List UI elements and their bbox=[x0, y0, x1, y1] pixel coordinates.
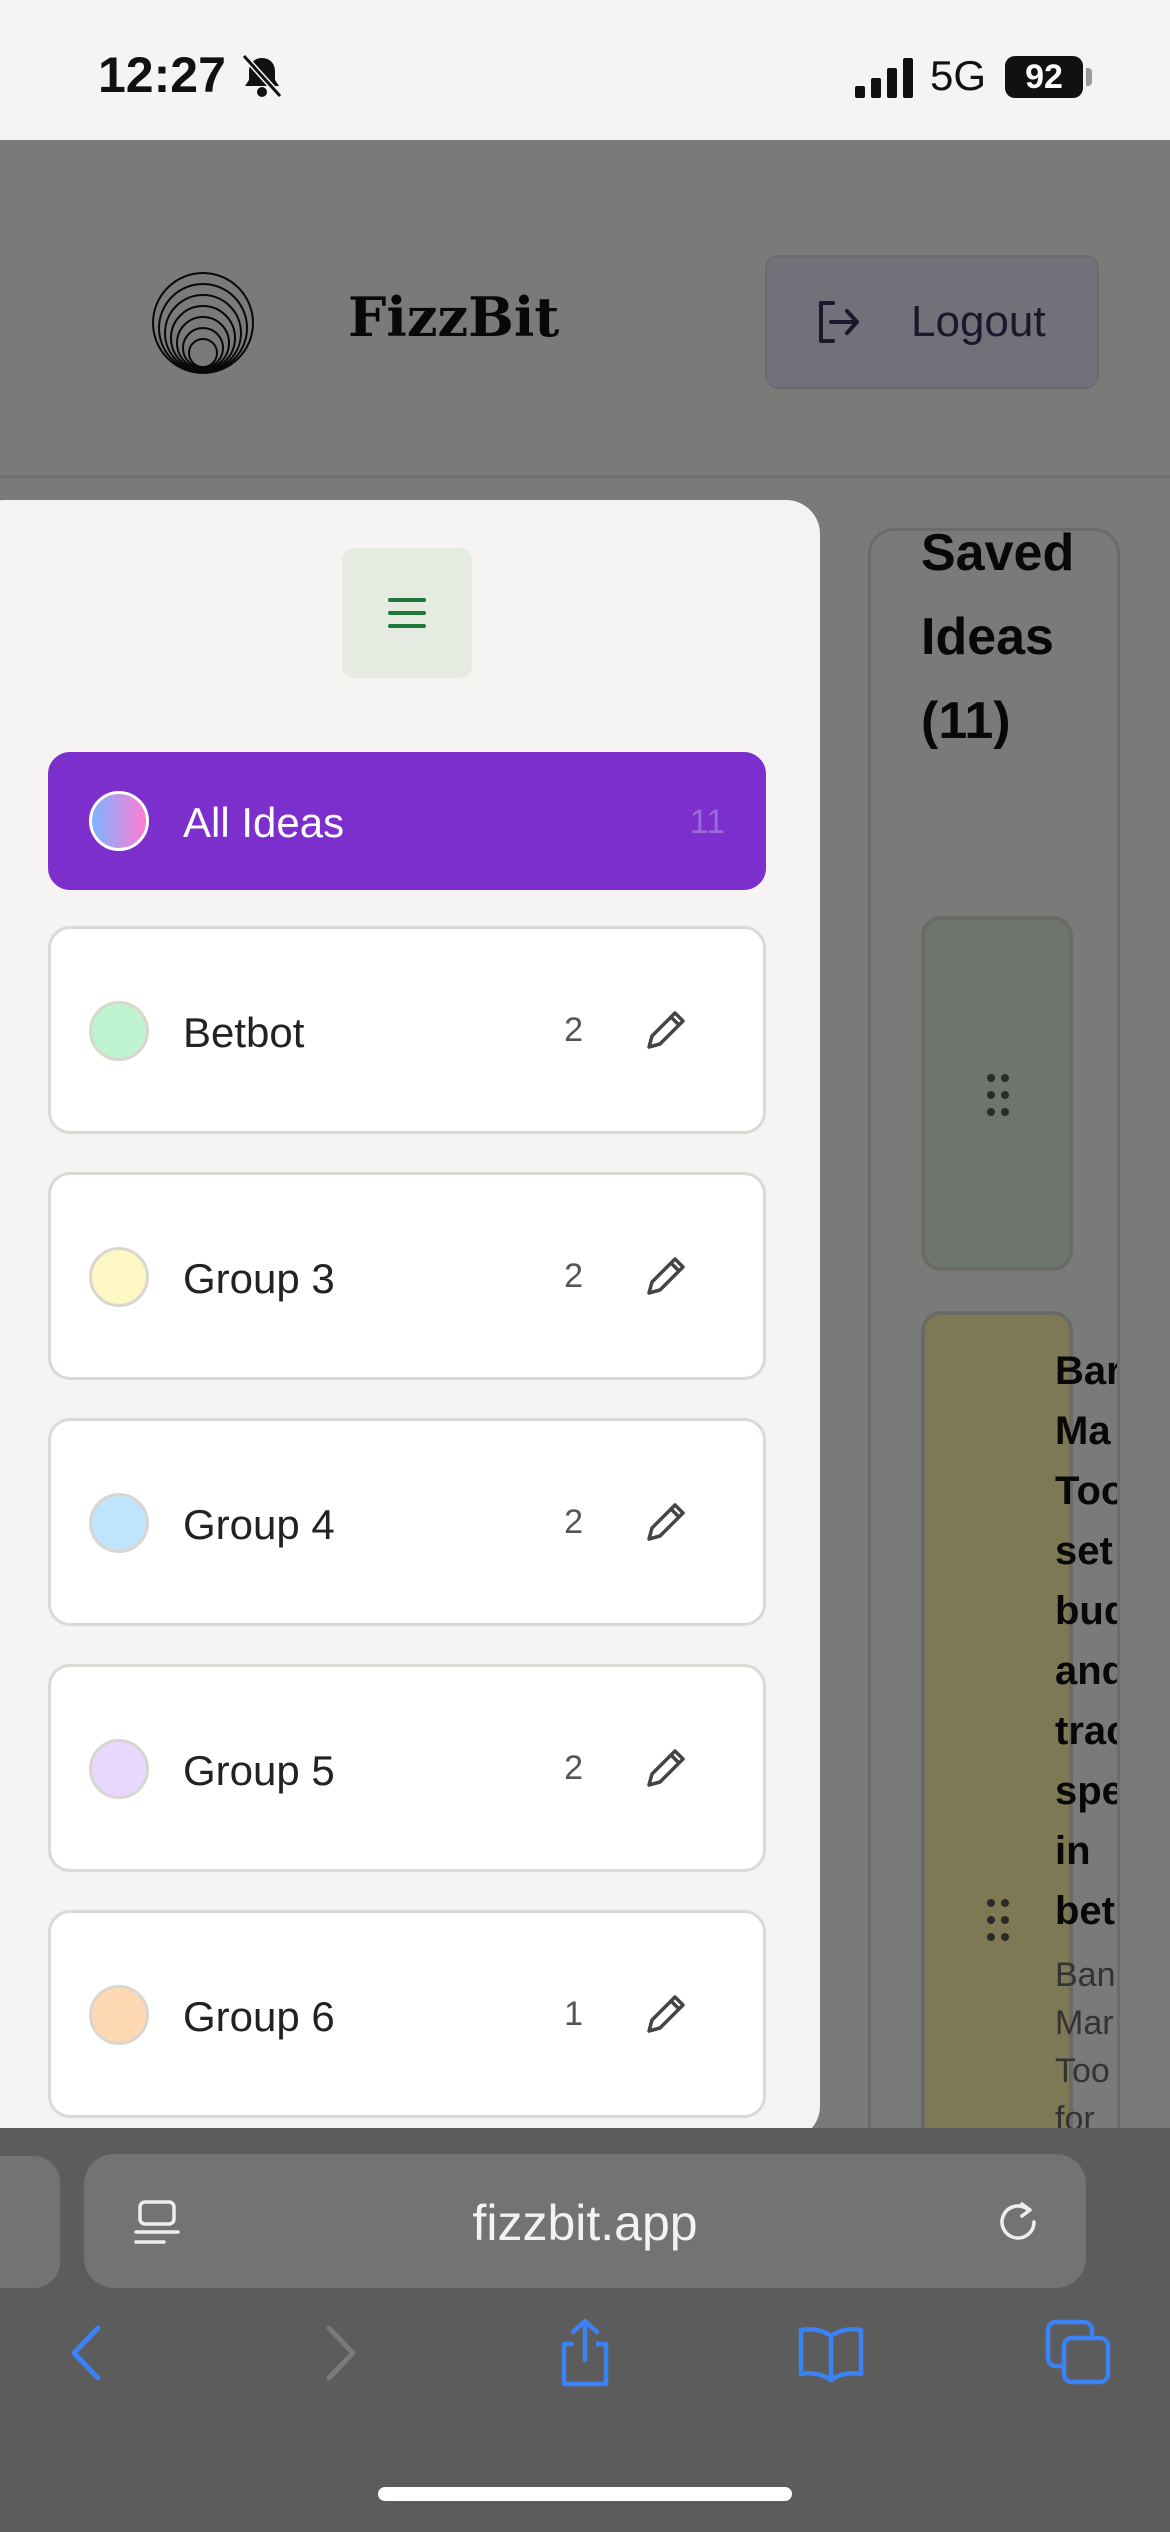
group-color-dot bbox=[89, 1247, 149, 1307]
menu-button[interactable] bbox=[342, 548, 472, 678]
group-item-group-6[interactable]: Group 6 1 bbox=[48, 1910, 766, 2118]
group-color-dot bbox=[89, 1493, 149, 1553]
url-text: fizzbit.app bbox=[472, 2195, 698, 2251]
group-count: 2 bbox=[564, 1011, 583, 1049]
bookmarks-icon[interactable] bbox=[796, 2318, 866, 2388]
group-item-all-ideas[interactable]: All Ideas 11 bbox=[48, 752, 766, 890]
group-name: Group 6 bbox=[183, 1993, 335, 2040]
group-count: 11 bbox=[689, 803, 725, 841]
group-item-group-4[interactable]: Group 4 2 bbox=[48, 1418, 766, 1626]
groups-drawer: All Ideas 11 Betbot 2 Group 3 2 Group 4 … bbox=[0, 500, 820, 2140]
battery-level: 92 bbox=[1005, 56, 1083, 98]
status-time: 12:27 bbox=[98, 47, 226, 103]
group-color-dot bbox=[89, 1001, 149, 1061]
group-color-dot bbox=[89, 791, 149, 851]
tabs-icon[interactable] bbox=[1044, 2318, 1114, 2388]
pencil-icon[interactable] bbox=[641, 1005, 691, 1055]
pencil-icon[interactable] bbox=[641, 1989, 691, 2039]
group-name: All Ideas bbox=[183, 799, 345, 846]
pencil-icon[interactable] bbox=[641, 1251, 691, 1301]
group-name: Group 4 bbox=[183, 1501, 335, 1548]
back-icon[interactable] bbox=[52, 2318, 122, 2388]
browser-toolbar: fizzbit.app bbox=[0, 2128, 1170, 2532]
battery-tip bbox=[1086, 68, 1092, 86]
hamburger-icon bbox=[388, 598, 426, 628]
group-color-dot bbox=[89, 1739, 149, 1799]
status-bar: 12:27 5G 92 bbox=[0, 0, 1170, 140]
pencil-icon[interactable] bbox=[641, 1743, 691, 1793]
group-item-group-5[interactable]: Group 5 2 bbox=[48, 1664, 766, 1872]
signal-icon bbox=[855, 58, 913, 98]
pencil-icon[interactable] bbox=[641, 1497, 691, 1547]
group-count: 2 bbox=[564, 1257, 583, 1295]
network-type: 5G bbox=[930, 52, 987, 99]
group-name: Group 3 bbox=[183, 1255, 335, 1302]
reload-icon[interactable] bbox=[992, 2196, 1044, 2248]
group-count: 2 bbox=[564, 1503, 583, 1541]
address-bar[interactable]: fizzbit.app bbox=[84, 2154, 1086, 2288]
bell-slash-icon bbox=[241, 53, 283, 99]
share-icon[interactable] bbox=[550, 2318, 620, 2388]
group-name: Group 5 bbox=[183, 1747, 335, 1794]
group-name: Betbot bbox=[183, 1009, 305, 1056]
group-item-group-3[interactable]: Group 3 2 bbox=[48, 1172, 766, 1380]
forward-icon[interactable] bbox=[305, 2318, 375, 2388]
group-item-betbot[interactable]: Betbot 2 bbox=[48, 926, 766, 1134]
group-color-dot bbox=[89, 1985, 149, 2045]
home-indicator[interactable] bbox=[378, 2487, 792, 2501]
previous-tab[interactable] bbox=[0, 2156, 60, 2288]
group-count: 2 bbox=[564, 1749, 583, 1787]
group-count: 1 bbox=[564, 1995, 583, 2033]
